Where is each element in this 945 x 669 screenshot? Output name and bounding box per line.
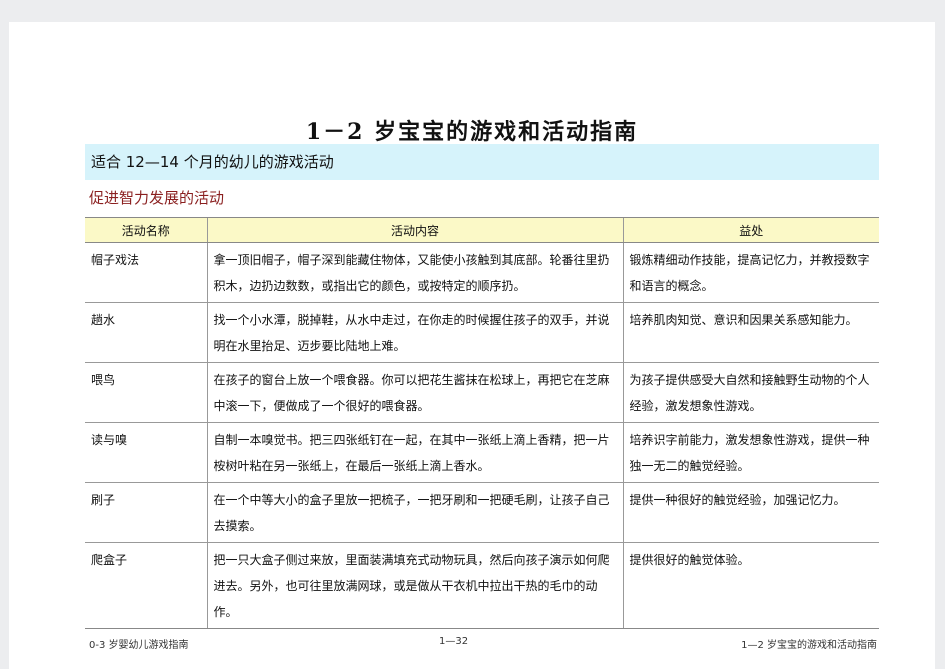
activity-name: 读与嗅 (85, 422, 207, 483)
header-activity-name: 活动名称 (85, 217, 207, 243)
activity-benefit: 提供很好的触觉体验。 (622, 542, 879, 629)
activity-benefit: 培养识字前能力，激发想象性游戏，提供一种独一无二的触觉经验。 (622, 422, 879, 483)
footer-right: 1—2 岁宝宝的游戏和活动指南 (741, 640, 877, 651)
activity-content: 自制一本嗅觉书。把三四张纸钉在一起，在其中一张纸上滴上香精，把一片桉树叶粘在另一… (206, 422, 623, 483)
subheading: 促进智力发展的活动 (89, 189, 225, 207)
table-header-row: 活动名称 活动内容 益处 (85, 217, 879, 243)
header-benefit: 益处 (622, 217, 879, 243)
activity-content: 找一个小水潭，脱掉鞋，从水中走过，在你走的时候握住孩子的双手，并说明在水里抬足、… (206, 302, 623, 363)
page-title: 1－2 岁宝宝的游戏和活动指南 (305, 119, 639, 145)
activity-name: 爬盒子 (85, 542, 207, 629)
activity-content: 把一只大盒子侧过来放，里面装满填充式动物玩具，然后向孩子演示如何爬进去。另外，也… (206, 542, 623, 629)
footer-left: 0-3 岁婴幼儿游戏指南 (89, 640, 189, 651)
activity-name: 喂鸟 (85, 362, 207, 423)
activity-benefit: 提供一种很好的触觉经验，加强记忆力。 (622, 482, 879, 543)
page-number: 1—32 (439, 636, 469, 647)
activity-benefit: 锻炼精细动作技能，提高记忆力，并教授数字和语言的概念。 (622, 242, 879, 303)
activity-content: 在孩子的窗台上放一个喂食器。你可以把花生酱抹在松球上，再把它在芝麻中滚一下，便做… (206, 362, 623, 423)
section-band: 适合 12—14 个月的幼儿的游戏活动 (85, 144, 879, 180)
header-activity-content: 活动内容 (206, 217, 623, 243)
table-row: 刷子 在一个中等大小的盒子里放一把梳子，一把牙刷和一把硬毛刷，让孩子自己去摸索。… (85, 482, 879, 543)
table-row: 读与嗅 自制一本嗅觉书。把三四张纸钉在一起，在其中一张纸上滴上香精，把一片桉树叶… (85, 422, 879, 483)
activity-content: 在一个中等大小的盒子里放一把梳子，一把牙刷和一把硬毛刷，让孩子自己去摸索。 (206, 482, 623, 543)
activities-table: 活动名称 活动内容 益处 帽子戏法 拿一顶旧帽子，帽子深到能藏住物体，又能使小孩… (85, 217, 879, 629)
table-row: 帽子戏法 拿一顶旧帽子，帽子深到能藏住物体，又能使小孩触到其底部。轮番往里扔积木… (85, 242, 879, 303)
activity-name: 帽子戏法 (85, 242, 207, 303)
table-row: 趟水 找一个小水潭，脱掉鞋，从水中走过，在你走的时候握住孩子的双手，并说明在水里… (85, 302, 879, 363)
table-row: 爬盒子 把一只大盒子侧过来放，里面装满填充式动物玩具，然后向孩子演示如何爬进去。… (85, 542, 879, 629)
activity-benefit: 为孩子提供感受大自然和接触野生动物的个人经验，激发想象性游戏。 (622, 362, 879, 423)
activity-name: 趟水 (85, 302, 207, 363)
activity-content: 拿一顶旧帽子，帽子深到能藏住物体，又能使小孩触到其底部。轮番往里扔积木，边扔边数… (206, 242, 623, 303)
activity-name: 刷子 (85, 482, 207, 543)
table-row: 喂鸟 在孩子的窗台上放一个喂食器。你可以把花生酱抹在松球上，再把它在芝麻中滚一下… (85, 362, 879, 423)
activity-benefit: 培养肌肉知觉、意识和因果关系感知能力。 (622, 302, 879, 363)
document-page: 1－2 岁宝宝的游戏和活动指南 适合 12—14 个月的幼儿的游戏活动 促进智力… (9, 22, 935, 669)
